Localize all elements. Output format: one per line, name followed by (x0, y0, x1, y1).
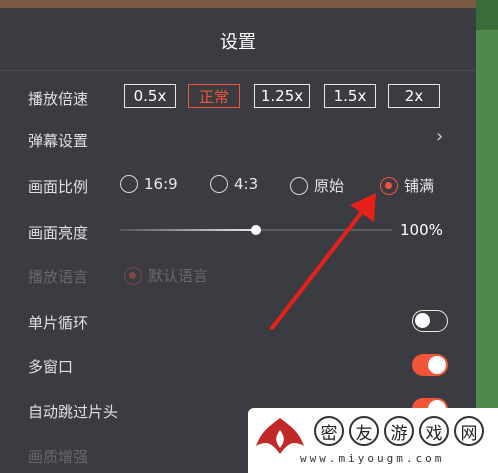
watermark-title: 密 友 游 戏 网 (314, 416, 489, 446)
annotation-arrow-icon (270, 193, 376, 330)
watermark-char: 友 (349, 416, 379, 446)
watermark-char: 游 (384, 416, 414, 446)
watermark-url: www.miyougm.com (300, 452, 445, 465)
watermark-char: 戏 (419, 416, 449, 446)
watermark-logo-icon (256, 418, 304, 454)
watermark-char: 网 (454, 416, 484, 446)
watermark-char: 密 (314, 416, 344, 446)
watermark: 密 友 游 戏 网 www.miyougm.com (248, 408, 498, 473)
